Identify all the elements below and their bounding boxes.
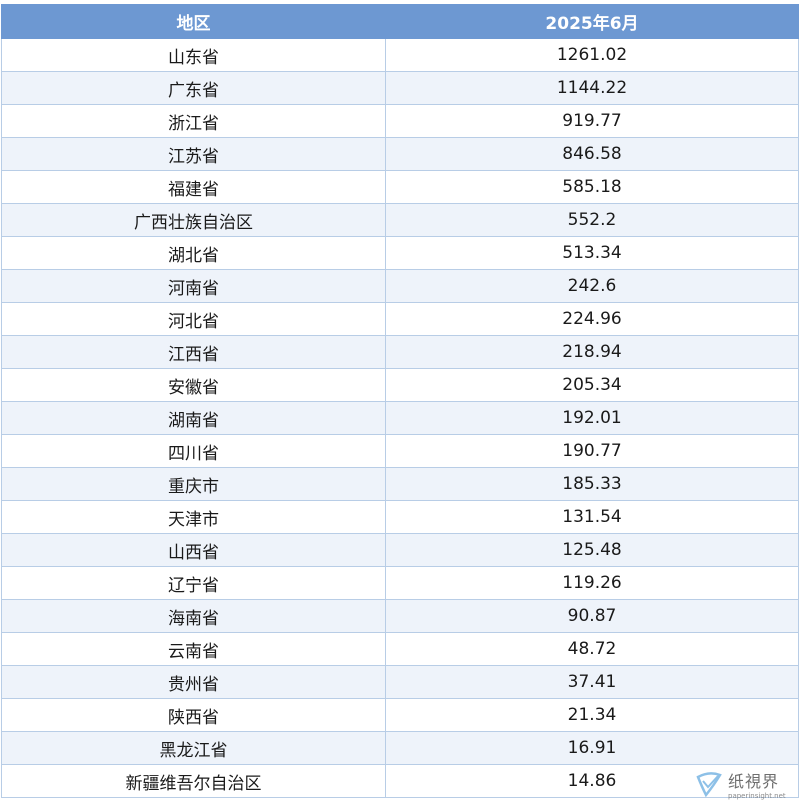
table-row: 陕西省 21.34 bbox=[1, 698, 799, 732]
cell-region: 黑龙江省 bbox=[1, 731, 386, 765]
header-2025-06: 2025年6月 bbox=[385, 4, 799, 39]
cell-region: 浙江省 bbox=[1, 104, 386, 138]
cell-value: 846.58 bbox=[385, 137, 799, 171]
cell-value: 919.77 bbox=[385, 104, 799, 138]
cell-region: 安徽省 bbox=[1, 368, 386, 402]
cell-value: 119.26 bbox=[385, 566, 799, 600]
cell-region: 天津市 bbox=[1, 500, 386, 534]
cell-region: 四川省 bbox=[1, 434, 386, 468]
cell-region: 云南省 bbox=[1, 632, 386, 666]
table-row: 江苏省 846.58 bbox=[1, 137, 799, 171]
cell-region: 陕西省 bbox=[1, 698, 386, 732]
table-row: 湖南省 192.01 bbox=[1, 401, 799, 435]
table-row: 山东省 1261.02 bbox=[1, 38, 799, 72]
table-row: 河南省 242.6 bbox=[1, 269, 799, 303]
table-row: 海南省 90.87 bbox=[1, 599, 799, 633]
paperinsight-logo-icon bbox=[696, 772, 722, 798]
cell-value: 513.34 bbox=[385, 236, 799, 270]
cell-value: 205.34 bbox=[385, 368, 799, 402]
cell-region: 重庆市 bbox=[1, 467, 386, 501]
cell-region: 辽宁省 bbox=[1, 566, 386, 600]
cell-region: 湖南省 bbox=[1, 401, 386, 435]
cell-region: 河南省 bbox=[1, 269, 386, 303]
cell-value: 37.41 bbox=[385, 665, 799, 699]
cell-value: 190.77 bbox=[385, 434, 799, 468]
table-row: 贵州省 37.41 bbox=[1, 665, 799, 699]
cell-value: 218.94 bbox=[385, 335, 799, 369]
cell-value: 1261.02 bbox=[385, 38, 799, 72]
table-row: 重庆市 185.33 bbox=[1, 467, 799, 501]
table-row: 湖北省 513.34 bbox=[1, 236, 799, 270]
cell-value: 48.72 bbox=[385, 632, 799, 666]
watermark: 纸視界 paperinsight.net bbox=[694, 766, 794, 802]
cell-value: 90.87 bbox=[385, 599, 799, 633]
cell-region: 广东省 bbox=[1, 71, 386, 105]
cell-value: 552.2 bbox=[385, 203, 799, 237]
table-row: 河北省 224.96 bbox=[1, 302, 799, 336]
table-row: 辽宁省 119.26 bbox=[1, 566, 799, 600]
cell-value: 192.01 bbox=[385, 401, 799, 435]
table-row: 安徽省 205.34 bbox=[1, 368, 799, 402]
cell-region: 江西省 bbox=[1, 335, 386, 369]
table-row: 新疆维吾尔自治区 14.86 bbox=[1, 764, 799, 798]
cell-value: 1144.22 bbox=[385, 71, 799, 105]
cell-value: 21.34 bbox=[385, 698, 799, 732]
header-region: 地区 bbox=[1, 4, 386, 39]
table-row: 四川省 190.77 bbox=[1, 434, 799, 468]
cell-region: 海南省 bbox=[1, 599, 386, 633]
cell-region: 河北省 bbox=[1, 302, 386, 336]
cell-region: 广西壮族自治区 bbox=[1, 203, 386, 237]
table-row: 云南省 48.72 bbox=[1, 632, 799, 666]
table-row: 江西省 218.94 bbox=[1, 335, 799, 369]
cell-value: 242.6 bbox=[385, 269, 799, 303]
cell-value: 131.54 bbox=[385, 500, 799, 534]
table-row: 山西省 125.48 bbox=[1, 533, 799, 567]
watermark-text-en: paperinsight.net bbox=[728, 792, 786, 800]
watermark-text-cn: 纸視界 bbox=[728, 772, 780, 791]
table-header-row: 地区 2025年6月 bbox=[1, 4, 799, 39]
cell-region: 新疆维吾尔自治区 bbox=[1, 764, 386, 798]
cell-region: 山西省 bbox=[1, 533, 386, 567]
data-table: 地区 2025年6月 山东省 1261.02 广东省 1144.22 浙江省 919.77… bbox=[1, 4, 799, 798]
table-row: 黑龙江省 16.91 bbox=[1, 731, 799, 765]
data-table-container: 地区 2025年6月 山东省 1261.02 广东省 1144.22 浙江省 919.77… bbox=[1, 4, 799, 798]
cell-value: 125.48 bbox=[385, 533, 799, 567]
table-row: 广东省 1144.22 bbox=[1, 71, 799, 105]
cell-region: 山东省 bbox=[1, 38, 386, 72]
table-row: 广西壮族自治区 552.2 bbox=[1, 203, 799, 237]
cell-value: 585.18 bbox=[385, 170, 799, 204]
cell-value: 185.33 bbox=[385, 467, 799, 501]
cell-region: 江苏省 bbox=[1, 137, 386, 171]
cell-region: 福建省 bbox=[1, 170, 386, 204]
cell-value: 16.91 bbox=[385, 731, 799, 765]
table-row: 福建省 585.18 bbox=[1, 170, 799, 204]
table-row: 天津市 131.54 bbox=[1, 500, 799, 534]
table-row: 浙江省 919.77 bbox=[1, 104, 799, 138]
cell-region: 湖北省 bbox=[1, 236, 386, 270]
cell-region: 贵州省 bbox=[1, 665, 386, 699]
cell-value: 224.96 bbox=[385, 302, 799, 336]
